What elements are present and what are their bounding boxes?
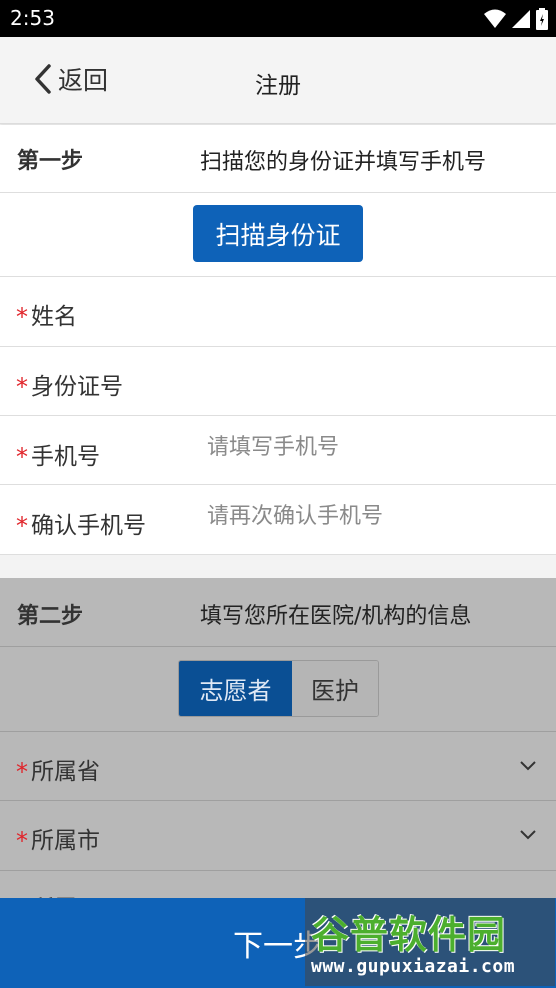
step1-header: 第一步 扫描您的身份证并填写手机号 — [0, 125, 556, 193]
required-mark: * — [16, 512, 28, 540]
nav-bar: 返回 注册 — [0, 37, 556, 124]
id-number-label: * 身份证号 — [16, 367, 123, 401]
segment-volunteer[interactable]: 志愿者 — [179, 661, 292, 716]
watermark: 谷普软件园 www.gupuxiazai.com — [305, 898, 555, 986]
required-mark: * — [16, 373, 28, 401]
confirm-phone-label-text: 确认手机号 — [31, 513, 146, 539]
status-icons — [484, 8, 548, 34]
watermark-title: 谷普软件园 — [311, 913, 507, 957]
page-title: 注册 — [255, 73, 301, 99]
required-mark: * — [16, 758, 28, 786]
step2-label: 第二步 — [17, 604, 84, 629]
confirm-phone-row: * 确认手机号 — [0, 485, 556, 555]
phone-label: * 手机号 — [16, 437, 100, 471]
required-mark: * — [16, 827, 28, 855]
city-label-text: 所属市 — [31, 828, 100, 854]
name-label-text: 姓名 — [31, 304, 77, 330]
role-segmented-control: 志愿者 医护 — [178, 660, 379, 717]
battery-icon — [536, 8, 548, 34]
city-label: * 所属市 — [16, 821, 100, 855]
id-number-label-text: 身份证号 — [31, 374, 123, 400]
phone-row: * 手机号 — [0, 416, 556, 485]
wifi-icon — [484, 9, 506, 33]
status-bar: 2:53 — [0, 0, 556, 37]
step1-label: 第一步 — [17, 149, 84, 174]
required-mark: * — [16, 303, 28, 331]
id-number-row: * 身份证号 — [0, 347, 556, 416]
step1-desc: 扫描您的身份证并填写手机号 — [200, 150, 487, 175]
chevron-down-icon — [520, 830, 536, 840]
name-input[interactable] — [207, 297, 537, 322]
step2-header: 第二步 填写您所在医院/机构的信息 — [0, 578, 556, 647]
confirm-phone-label: * 确认手机号 — [16, 506, 146, 540]
name-row: * 姓名 — [0, 277, 556, 347]
id-number-input[interactable] — [207, 367, 537, 392]
scan-id-card-button[interactable]: 扫描身份证 — [193, 205, 363, 262]
phone-label-text: 手机号 — [31, 444, 100, 470]
phone-input[interactable] — [207, 435, 537, 460]
chevron-down-icon — [520, 761, 536, 771]
name-label: * 姓名 — [16, 297, 77, 331]
confirm-phone-input[interactable] — [207, 504, 537, 529]
province-label-text: 所属省 — [31, 759, 100, 785]
segment-medical[interactable]: 医护 — [292, 661, 378, 716]
required-mark: * — [16, 443, 28, 471]
status-time: 2:53 — [10, 6, 55, 30]
province-label: * 所属省 — [16, 752, 100, 786]
city-select[interactable]: * 所属市 — [0, 801, 556, 871]
step2-desc: 填写您所在医院/机构的信息 — [200, 604, 472, 629]
watermark-url: www.gupuxiazai.com — [311, 956, 516, 977]
province-select[interactable]: * 所属省 — [0, 732, 556, 801]
signal-icon — [512, 9, 530, 33]
